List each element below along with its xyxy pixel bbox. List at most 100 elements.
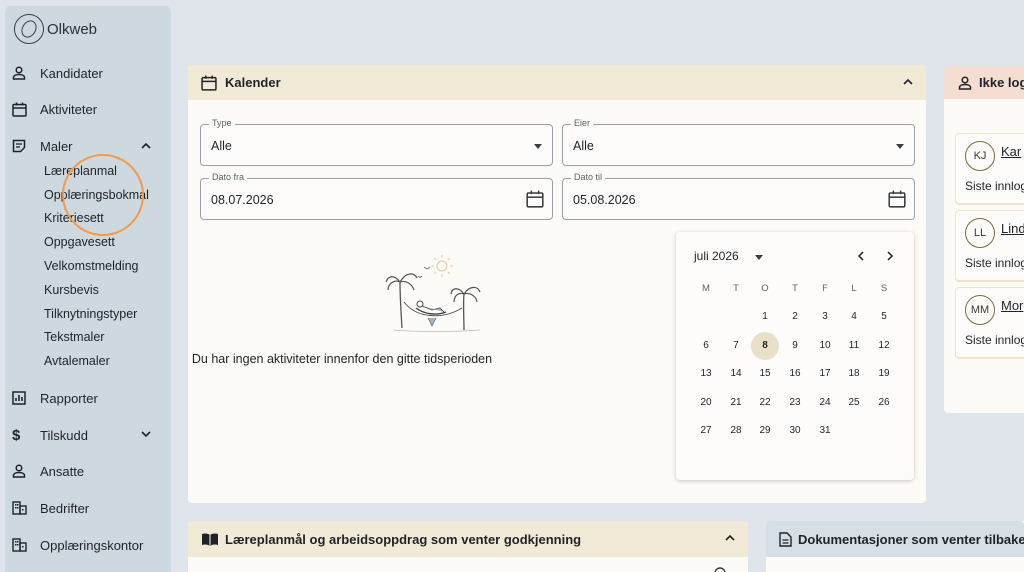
- avatar: LL: [965, 218, 995, 248]
- calendar-day[interactable]: 6: [692, 332, 720, 360]
- sidebar-item-ansatte[interactable]: Ansatte: [12, 462, 84, 480]
- calendar-title: Kalender: [225, 75, 281, 90]
- not-logged-in-title: Ikke logget inn: [979, 75, 1024, 90]
- person-last-login: Siste innlogging: [965, 333, 1024, 347]
- weekday-label: L: [851, 283, 857, 294]
- calendar-day[interactable]: 21: [722, 389, 750, 417]
- sidebar-subitem-tilknytningstyper[interactable]: Tilknytningstyper: [44, 307, 137, 321]
- approvals-card-header[interactable]: Læreplanmål og arbeidsoppdrag som venter…: [188, 521, 748, 557]
- calendar-day[interactable]: 1: [751, 303, 779, 331]
- building-icon: [12, 536, 34, 554]
- person-card[interactable]: LL Lind Siste innlogging: [955, 210, 1024, 282]
- type-select[interactable]: Type Alle: [200, 118, 553, 166]
- person-name-link[interactable]: Lind: [1001, 221, 1024, 236]
- date-from-value: 08.07.2026: [211, 193, 274, 207]
- sidebar-item-label: Aktiviteter: [40, 101, 98, 117]
- calendar-day[interactable]: 24: [811, 389, 839, 417]
- chevron-up-icon[interactable]: [140, 140, 152, 152]
- calendar-day[interactable]: 14: [722, 360, 750, 388]
- calendar-day[interactable]: 16: [781, 360, 809, 388]
- owner-label: Eier: [571, 118, 594, 128]
- calendar-day[interactable]: 30: [781, 417, 809, 445]
- person-icon: [12, 64, 34, 82]
- calendar-day[interactable]: 9: [781, 332, 809, 360]
- date-from-field[interactable]: Dato fra 08.07.2026: [200, 172, 553, 220]
- weekday-label: S: [880, 283, 888, 294]
- calendar-day[interactable]: 22: [751, 389, 779, 417]
- weekday-label: T: [733, 283, 739, 294]
- calendar-day[interactable]: 18: [840, 360, 868, 388]
- person-name-link[interactable]: Kar: [1001, 144, 1021, 159]
- calendar-day[interactable]: 8: [751, 331, 779, 360]
- calendar-day[interactable]: 28: [722, 417, 750, 445]
- caret-down-icon: [896, 144, 904, 149]
- sidebar-item-opplaeringskontor[interactable]: Opplæringskontor: [12, 536, 143, 554]
- date-to-value: 05.08.2026: [573, 193, 636, 207]
- calendar-day[interactable]: 3: [811, 303, 839, 331]
- calendar-day[interactable]: 27: [692, 417, 720, 445]
- chevron-up-icon[interactable]: [902, 76, 914, 88]
- logo[interactable]: Olkweb: [14, 14, 97, 44]
- sidebar-subitem-tekstmaler[interactable]: Tekstmaler: [44, 330, 104, 344]
- sidebar-item-label: Opplæringskontor: [40, 537, 144, 553]
- owner-select[interactable]: Eier Alle: [562, 118, 915, 166]
- documentation-title: Dokumentasjoner som venter tilbakemeldin…: [798, 531, 1024, 547]
- logo-text: Olkweb: [47, 20, 98, 38]
- sidebar-item-kandidater[interactable]: Kandidater: [12, 64, 103, 82]
- template-icon: [12, 137, 34, 155]
- person-name-link[interactable]: Mor: [1001, 298, 1023, 313]
- avatar: KJ: [965, 141, 995, 171]
- calendar-day[interactable]: 29: [751, 417, 779, 445]
- not-logged-in-header[interactable]: Ikke logget inn: [944, 66, 1024, 99]
- sidebar-item-bedrifter[interactable]: Bedrifter: [12, 499, 89, 517]
- weekday-label: O: [761, 283, 769, 294]
- chevron-up-icon[interactable]: [724, 532, 736, 544]
- person-last-login: Siste innlogging: [965, 256, 1024, 270]
- sidebar-subitem-oppgavesett[interactable]: Oppgavesett: [44, 235, 115, 249]
- calendar-day[interactable]: 13: [692, 360, 720, 388]
- calendar-day[interactable]: 15: [751, 360, 779, 388]
- calendar-day[interactable]: 10: [811, 332, 839, 360]
- calendar-icon[interactable]: [526, 190, 544, 208]
- calendar-day[interactable]: 2: [781, 303, 809, 331]
- caret-down-icon[interactable]: [755, 255, 763, 260]
- sidebar-subitem-velkomstmelding[interactable]: Velkomstmelding: [44, 259, 139, 273]
- sidebar-item-tilskudd[interactable]: $ Tilskudd: [12, 426, 88, 444]
- building-icon: [12, 499, 34, 517]
- chevron-down-icon[interactable]: [140, 428, 152, 440]
- sidebar-item-aktiviteter[interactable]: Aktiviteter: [12, 100, 97, 118]
- documentation-card-header[interactable]: Dokumentasjoner som venter tilbakemeldin…: [766, 521, 1024, 557]
- calendar-day[interactable]: 17: [811, 360, 839, 388]
- calendar-day[interactable]: 5: [870, 303, 898, 331]
- report-icon: [12, 389, 34, 407]
- person-card[interactable]: MM Mor Siste innlogging: [955, 287, 1024, 359]
- calendar-day[interactable]: 19: [870, 360, 898, 388]
- sidebar-item-label: Rapporter: [40, 390, 98, 406]
- calendar-day[interactable]: 25: [840, 389, 868, 417]
- date-to-field[interactable]: Dato til 05.08.2026: [562, 172, 915, 220]
- calendar-day[interactable]: 4: [840, 303, 868, 331]
- sidebar-item-label: Bedrifter: [40, 500, 90, 516]
- chevron-right-icon[interactable]: [883, 249, 897, 263]
- picker-month[interactable]: juli 2026: [694, 249, 739, 263]
- calendar-day[interactable]: 7: [722, 332, 750, 360]
- calendar-icon[interactable]: [888, 190, 906, 208]
- sidebar-item-maler[interactable]: Maler: [12, 137, 73, 155]
- sidebar-item-label: Maler: [40, 138, 73, 154]
- weekday-label: T: [792, 283, 798, 294]
- calendar-card-header[interactable]: Kalender: [188, 65, 926, 100]
- type-label: Type: [209, 118, 235, 128]
- sidebar-item-rapporter[interactable]: Rapporter: [12, 389, 98, 407]
- person-card[interactable]: KJ Kar Siste innlogging: [955, 133, 1024, 205]
- chevron-left-icon[interactable]: [854, 249, 868, 263]
- info-icon[interactable]: [714, 567, 726, 572]
- calendar-day[interactable]: 11: [840, 332, 868, 360]
- sidebar-subitem-kursbevis[interactable]: Kursbevis: [44, 283, 99, 297]
- calendar-day[interactable]: 20: [692, 389, 720, 417]
- calendar-day[interactable]: 23: [781, 389, 809, 417]
- person-icon: [958, 75, 972, 90]
- calendar-day[interactable]: 31: [811, 417, 839, 445]
- highlight-ring: [62, 154, 144, 236]
- calendar-day[interactable]: 12: [870, 332, 898, 360]
- calendar-day[interactable]: 26: [870, 389, 898, 417]
